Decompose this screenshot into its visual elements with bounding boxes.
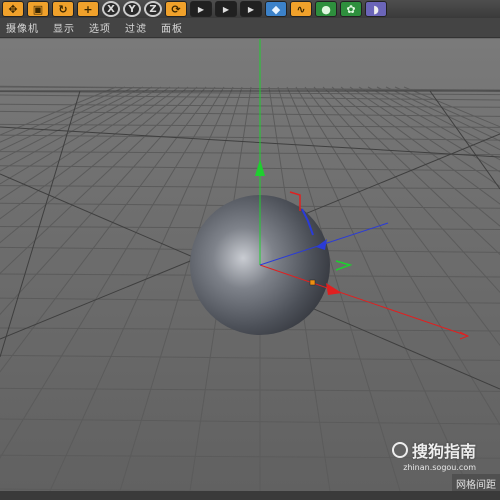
- menu-filter[interactable]: 过滤: [125, 20, 147, 35]
- cube-object-button[interactable]: ◆: [265, 1, 287, 17]
- grid-line: [367, 86, 500, 161]
- x-axis-end-tick: [459, 331, 470, 340]
- grid-line: [394, 86, 500, 134]
- grid-line: [0, 86, 171, 201]
- grid-line: [0, 86, 117, 136]
- z-axis-lock-button[interactable]: Z: [144, 1, 162, 17]
- watermark-logo: 搜狗指南: [391, 438, 476, 462]
- top-toolbar: ✥ ▣ ↻ + X Y Z ⟳ ▶ ▶ ▶ ◆ ∿ ● ✿ ◗: [0, 0, 500, 18]
- menu-display[interactable]: 显示: [53, 20, 75, 35]
- grid-line: [376, 86, 500, 151]
- y-rotation-handle: [335, 260, 353, 271]
- y-axis-arrow: [255, 159, 265, 176]
- sogou-watermark: 搜狗指南 zhinan.sogou.com: [391, 438, 476, 472]
- grid-line: [340, 86, 500, 205]
- scale-tool-button[interactable]: ▣: [27, 1, 49, 17]
- add-tool-button[interactable]: +: [77, 1, 99, 17]
- subdivision-surface-button[interactable]: ●: [315, 1, 337, 17]
- array-button[interactable]: ✿: [340, 1, 362, 17]
- orange-handle-square: [309, 279, 316, 286]
- grid-line: [0, 86, 198, 275]
- viewport-scene: [0, 39, 500, 491]
- viewport-menu-bar: 摄像机 显示 选项 过滤 面板: [0, 18, 500, 38]
- move-tool-button[interactable]: ✥: [2, 1, 24, 17]
- deformer-button[interactable]: ◗: [365, 1, 387, 17]
- grid-line: [0, 165, 500, 172]
- rotate-tool-button[interactable]: ↻: [52, 1, 74, 17]
- y-axis-lock-button[interactable]: Y: [123, 1, 141, 17]
- grid-line: [0, 86, 180, 220]
- grid-line: [0, 110, 500, 117]
- render-picture-viewer-button[interactable]: ▶: [215, 1, 237, 17]
- grid-line: [0, 354, 500, 361]
- coordinate-system-button[interactable]: ⟳: [165, 1, 187, 17]
- grid-line: [295, 86, 500, 426]
- grid-line: [0, 418, 500, 425]
- grid-line: [0, 86, 207, 316]
- status-bar: [0, 491, 500, 500]
- menu-camera[interactable]: 摄像机: [6, 20, 39, 35]
- menu-panel[interactable]: 面板: [161, 20, 183, 35]
- grid-line: [0, 185, 500, 190]
- grid-line: [0, 86, 189, 244]
- grid-line: [358, 86, 500, 173]
- edit-render-settings-button[interactable]: ▶: [240, 1, 262, 17]
- watermark-brand: 搜狗指南: [411, 442, 476, 461]
- grid-line: [331, 86, 500, 227]
- x-axis-lock-button[interactable]: X: [102, 1, 120, 17]
- watermark-url: zhinan.sogou.com: [403, 463, 476, 472]
- spline-pen-button[interactable]: ∿: [290, 1, 312, 17]
- 3d-viewport[interactable]: [0, 39, 500, 491]
- grid-line: [0, 86, 225, 459]
- render-view-button[interactable]: ▶: [190, 1, 212, 17]
- x-axis-arrow: [326, 283, 342, 295]
- grid-line: [0, 86, 216, 373]
- sogou-logo-icon: [391, 442, 408, 458]
- menu-options[interactable]: 选项: [89, 20, 111, 35]
